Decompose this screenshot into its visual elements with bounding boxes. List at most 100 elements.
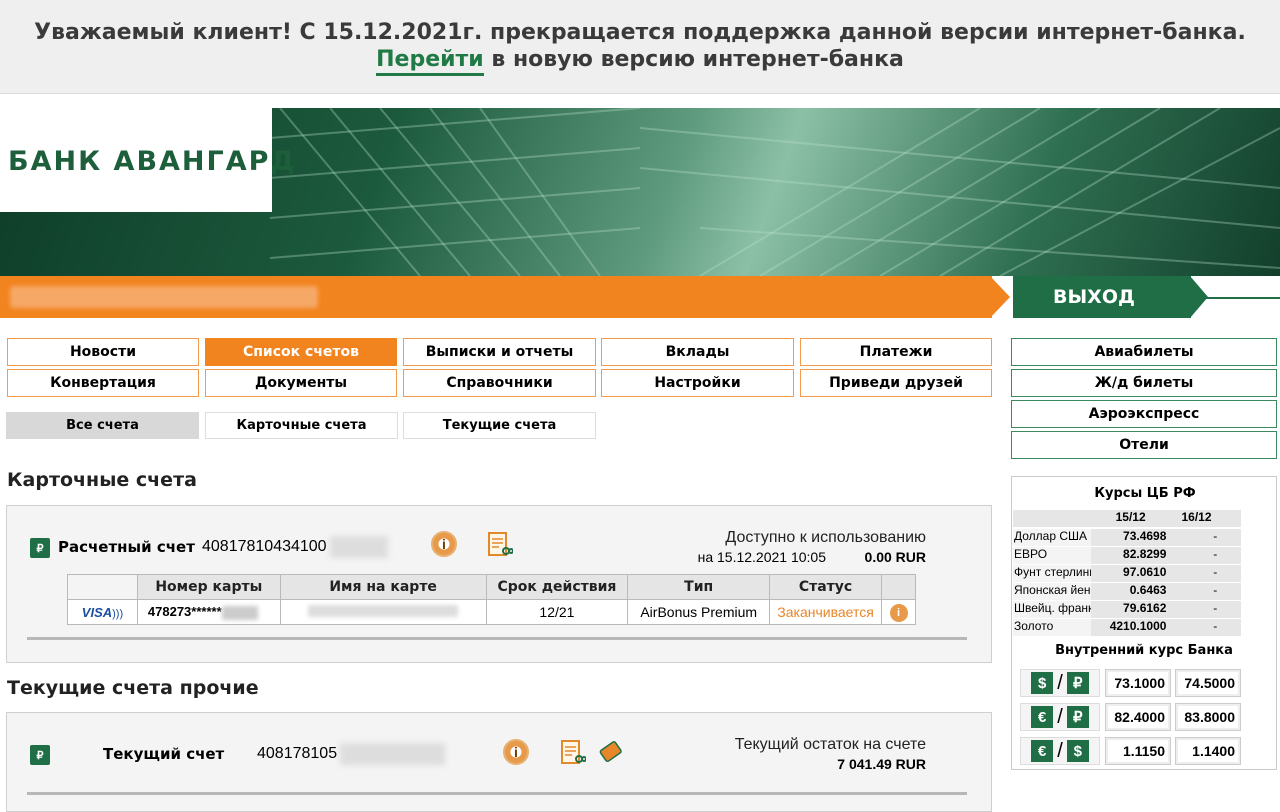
side-flights[interactable]: Авиабилеты xyxy=(1011,338,1277,366)
available-label: Доступно к использованию xyxy=(725,529,926,546)
rate-value-2: - xyxy=(1169,601,1224,618)
side-aeroexpress[interactable]: Аэроэкспресс xyxy=(1011,400,1277,428)
rates-col1: 15/12 xyxy=(1091,510,1170,527)
rate-name: Фунт стерлинг. xyxy=(1013,565,1092,582)
nav-payments[interactable]: Платежи xyxy=(800,338,992,366)
rate-value-2: - xyxy=(1169,619,1224,636)
dollar-icon: $ xyxy=(1066,740,1089,762)
rate-value-1: 82.8299 xyxy=(1091,547,1170,564)
exit-button[interactable]: ВЫХОД xyxy=(1013,276,1191,318)
rate-value-1: 0.6463 xyxy=(1091,583,1170,600)
rates-header-end xyxy=(1223,510,1241,527)
current-account-label: Текущий счет xyxy=(103,745,225,763)
nav-settings[interactable]: Настройки xyxy=(601,369,794,397)
account-number-redacted xyxy=(330,536,388,558)
side-trains[interactable]: Ж/д билеты xyxy=(1011,369,1277,397)
ruble-icon: ₽ xyxy=(1066,672,1089,694)
rate-row-end xyxy=(1223,565,1241,582)
rate-value-2: - xyxy=(1169,529,1224,546)
account-label: Расчетный счет xyxy=(58,538,195,556)
current-panel-separator xyxy=(27,792,967,795)
rates-header-blank xyxy=(1013,510,1092,527)
th-status: Статус xyxy=(769,574,883,600)
usd-rub-pair: $ / ₽ xyxy=(1020,669,1100,697)
nav-accounts[interactable]: Список счетов xyxy=(205,338,397,366)
eur-usd-pair: € / $ xyxy=(1020,737,1100,765)
card-panel-separator xyxy=(27,637,967,640)
rate-row: ЕВРО 82.8299- xyxy=(1013,547,1241,564)
current-accounts-heading: Текущие счета прочие xyxy=(7,677,259,699)
statement-icon[interactable] xyxy=(560,739,586,765)
nav-news[interactable]: Новости xyxy=(7,338,199,366)
rate-value-2: - xyxy=(1169,565,1224,582)
bank-logo[interactable]: БАНК АВАНГАРД xyxy=(8,146,296,177)
dollar-icon: $ xyxy=(1031,672,1054,694)
user-name-redacted xyxy=(10,286,318,308)
rate-value-1: 73.4698 xyxy=(1091,529,1170,546)
rate-value-1: 4210.1000 xyxy=(1091,619,1170,636)
slash-divider: / xyxy=(1057,671,1063,694)
table-row[interactable]: VISA))) 478273****** 12/21 AirBonus Prem… xyxy=(67,599,916,625)
side-hotels[interactable]: Отели xyxy=(1011,431,1277,459)
rate-name: ЕВРО xyxy=(1013,547,1092,564)
internal-rates-title: Внутренний курс Банка xyxy=(1055,643,1233,658)
rate-row-end xyxy=(1223,583,1241,600)
nav-documents[interactable]: Документы xyxy=(205,369,397,397)
euro-icon: € xyxy=(1031,706,1054,728)
th-logo xyxy=(67,574,138,600)
card-number[interactable]: 478273****** xyxy=(148,604,222,619)
card-order-icon[interactable] xyxy=(598,739,624,765)
rate-value-1: 97.0610 xyxy=(1091,565,1170,582)
card-number-redacted xyxy=(221,605,258,620)
current-account-number[interactable]: 408178105 xyxy=(257,745,337,763)
rate-value-1: 79.6162 xyxy=(1091,601,1170,618)
rate-row-end xyxy=(1223,547,1241,564)
cards-table-header: Номер карты Имя на карте Срок действия Т… xyxy=(67,574,916,600)
rate-value-2: - xyxy=(1169,583,1224,600)
eur-rub-sell: 83.8000 xyxy=(1175,703,1241,731)
usd-rub-sell: 74.5000 xyxy=(1175,669,1241,697)
available-date: на 15.12.2021 10:05 xyxy=(697,549,826,565)
card-status: Заканчивается xyxy=(769,599,883,625)
tab-current-accounts[interactable]: Текущие счета xyxy=(403,412,596,439)
ruble-icon: ₽ xyxy=(30,538,50,558)
usd-rub-buy: 73.1000 xyxy=(1105,669,1171,697)
ruble-icon: ₽ xyxy=(30,745,50,765)
rate-name: Швейц. франк xyxy=(1013,601,1092,618)
card-number-cell: 478273****** xyxy=(136,599,281,625)
banner-line2-text: в новую версию интернет-банка xyxy=(483,47,904,72)
account-number[interactable]: 40817810434100 xyxy=(202,538,327,556)
tab-all-accounts[interactable]: Все счета xyxy=(6,412,199,439)
card-name-cell xyxy=(279,599,487,625)
info-icon[interactable]: i xyxy=(503,739,529,765)
rate-row-end xyxy=(1223,619,1241,636)
rate-name: Доллар США xyxy=(1013,529,1092,546)
nav-conversion[interactable]: Конвертация xyxy=(7,369,199,397)
rates-col2: 16/12 xyxy=(1169,510,1224,527)
th-card-number: Номер карты xyxy=(136,574,281,600)
rates-header: 15/12 16/12 xyxy=(1013,510,1241,527)
slash-divider: / xyxy=(1057,705,1063,728)
statement-icon[interactable] xyxy=(487,531,513,557)
exit-arrow xyxy=(1190,276,1280,318)
rate-row-end xyxy=(1223,529,1241,546)
eur-rub-pair: € / ₽ xyxy=(1020,703,1100,731)
th-expiry: Срок действия xyxy=(485,574,629,600)
user-bar-arrow xyxy=(990,276,1010,318)
eur-usd-sell: 1.1400 xyxy=(1175,737,1241,765)
nav-statements[interactable]: Выписки и отчеты xyxy=(403,338,596,366)
rate-value-2: - xyxy=(1169,547,1224,564)
go-new-version-link[interactable]: Перейти xyxy=(376,47,484,76)
nav-invite-friends[interactable]: Приведи друзей xyxy=(800,369,992,397)
nav-references[interactable]: Справочники xyxy=(403,369,596,397)
rate-row: Доллар США 73.4698- xyxy=(1013,529,1241,546)
nav-deposits[interactable]: Вклады xyxy=(601,338,794,366)
rate-row: Фунт стерлинг. 97.0610- xyxy=(1013,565,1241,582)
banner-line1: Уважаемый клиент! С 15.12.2021г. прекращ… xyxy=(34,20,1246,45)
balance-amount: 7 041.49 RUR xyxy=(837,756,926,772)
info-icon[interactable]: i xyxy=(431,531,457,557)
eur-rub-buy: 82.4000 xyxy=(1105,703,1171,731)
tab-card-accounts[interactable]: Карточные счета xyxy=(205,412,398,439)
card-info-icon[interactable]: i xyxy=(889,603,908,622)
rate-name: Японская йена xyxy=(1013,583,1092,600)
